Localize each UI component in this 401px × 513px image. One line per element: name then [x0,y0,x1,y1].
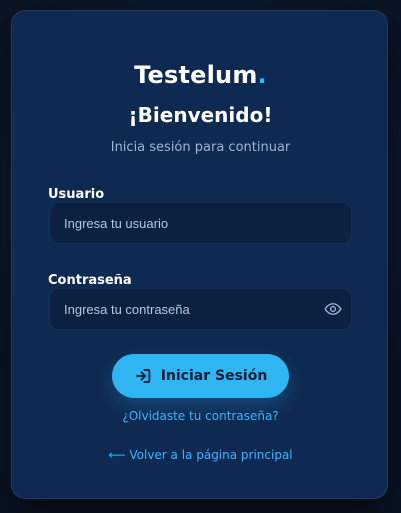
login-button-label: Iniciar Sesión [160,368,268,384]
back-home-link[interactable]: ⟵ Volver a la página principal [12,448,389,462]
forgot-password-link[interactable]: ¿Olvidaste tu contraseña? [12,409,389,423]
page-title: ¡Bienvenido! [128,103,273,127]
sign-in-icon [134,367,152,385]
username-input[interactable] [49,202,352,244]
password-input[interactable] [49,288,352,330]
username-label: Usuario [48,187,105,202]
page-subtitle: Inicia sesión para continuar [110,140,291,155]
brand-dot: . [257,61,267,89]
login-button[interactable]: Iniciar Sesión [112,354,289,398]
password-label: Contraseña [48,273,132,288]
brand-name: Testelum [134,61,258,89]
brand-logo: Testelum. [12,61,389,89]
eye-icon[interactable] [323,299,343,319]
login-card: Testelum. ¡Bienvenido! Inicia sesión par… [11,10,388,499]
